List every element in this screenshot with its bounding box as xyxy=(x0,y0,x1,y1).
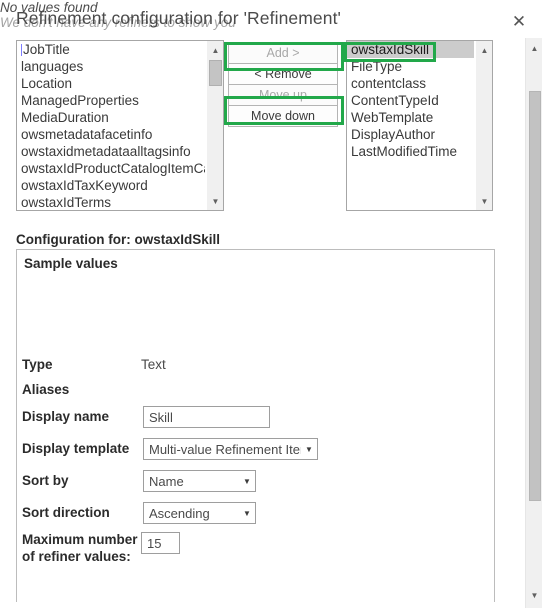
max-refiner-values-label: Maximum number of refiner values: xyxy=(22,532,138,564)
sort-direction-label: Sort direction xyxy=(22,505,110,520)
available-properties-items: JobTitle languages Location ManagedPrope… xyxy=(17,41,205,210)
type-value: Text xyxy=(141,357,166,372)
sort-direction-select[interactable]: Ascending ▼ xyxy=(143,502,256,524)
list-item[interactable]: DisplayAuthor xyxy=(347,126,474,143)
configuration-header: Configuration for: owstaxIdSkill xyxy=(16,232,221,247)
type-label: Type xyxy=(22,357,53,372)
dialog-title: Refinement configuration for 'Refinement… xyxy=(16,8,341,28)
list-item[interactable]: JobTitle xyxy=(17,41,205,58)
max-refiner-values-input[interactable] xyxy=(141,532,180,554)
display-name-input[interactable] xyxy=(143,406,270,428)
scroll-up-icon[interactable]: ▲ xyxy=(476,42,492,58)
move-down-button[interactable]: Move down xyxy=(228,105,338,127)
chevron-down-icon: ▼ xyxy=(305,444,313,454)
list-item-selected[interactable]: owstaxIdSkill xyxy=(347,41,474,58)
scroll-down-icon[interactable]: ▼ xyxy=(526,587,542,604)
list-item[interactable]: languages xyxy=(17,58,205,75)
list-item[interactable]: ContentTypeId xyxy=(347,92,474,109)
display-template-label: Display template xyxy=(22,441,130,456)
list-item[interactable]: Location xyxy=(17,75,205,92)
sample-values-label: Sample values xyxy=(24,256,118,271)
sort-by-select[interactable]: Name ▼ xyxy=(143,470,256,492)
selected-refiners-items: owstaxIdSkill FileType contentclass Cont… xyxy=(347,41,474,210)
display-template-value: Multi-value Refinement Item xyxy=(149,441,301,457)
list-item[interactable]: owsmetadatafacetinfo xyxy=(17,126,205,143)
sort-by-label: Sort by xyxy=(22,473,69,488)
selected-refiners-listbox[interactable]: owstaxIdSkill FileType contentclass Cont… xyxy=(346,40,493,211)
sort-direction-value: Ascending xyxy=(149,505,210,521)
list-transfer-buttons: Add > < Remove Move up Move down xyxy=(228,42,338,127)
display-name-label: Display name xyxy=(22,409,110,424)
list-item[interactable]: owstaxIdProductCatalogItemCate xyxy=(17,160,205,177)
available-properties-listbox[interactable]: JobTitle languages Location ManagedPrope… xyxy=(16,40,224,211)
move-up-button[interactable]: Move up xyxy=(228,84,338,106)
list-item[interactable]: FileType xyxy=(347,58,474,75)
scroll-up-icon[interactable]: ▲ xyxy=(526,40,542,57)
chevron-down-icon: ▼ xyxy=(243,476,251,486)
remove-button[interactable]: < Remove xyxy=(228,63,338,85)
list-item[interactable]: contentclass xyxy=(347,75,474,92)
aliases-label: Aliases xyxy=(22,382,70,397)
scrollbar-thumb[interactable] xyxy=(529,91,541,501)
list-item[interactable]: ManagedProperties xyxy=(17,92,205,109)
list-item[interactable]: owstaxIdTaxKeyword xyxy=(17,177,205,194)
scroll-down-icon[interactable]: ▼ xyxy=(476,193,492,209)
scroll-down-icon[interactable]: ▼ xyxy=(207,193,223,209)
sort-by-value: Name xyxy=(149,473,184,489)
close-icon[interactable]: ✕ xyxy=(508,10,530,32)
list-item[interactable]: owstaxidmetadataalltagsinfo xyxy=(17,143,205,160)
chevron-down-icon: ▼ xyxy=(243,508,251,518)
list-item[interactable]: WebTemplate xyxy=(347,109,474,126)
page-scrollbar[interactable]: ▲ ▼ xyxy=(525,38,542,608)
available-list-scrollbar[interactable]: ▲ ▼ xyxy=(206,41,223,210)
list-item[interactable]: LastModifiedTime xyxy=(347,143,474,160)
scroll-up-icon[interactable]: ▲ xyxy=(207,42,223,58)
selected-list-scrollbar[interactable]: ▲ ▼ xyxy=(475,41,492,210)
add-button[interactable]: Add > xyxy=(228,42,338,64)
display-template-select[interactable]: Multi-value Refinement Item ▼ xyxy=(143,438,318,460)
lists-region: JobTitle languages Location ManagedPrope… xyxy=(0,40,500,218)
scrollbar-thumb[interactable] xyxy=(209,60,222,86)
list-item[interactable]: MediaDuration xyxy=(17,109,205,126)
list-item[interactable]: owstaxIdTerms xyxy=(17,194,205,210)
